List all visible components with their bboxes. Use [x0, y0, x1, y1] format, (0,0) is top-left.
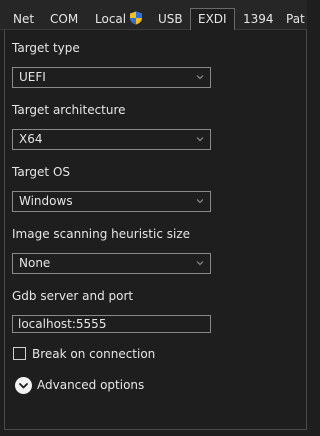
chevron-down-icon [196, 261, 204, 266]
gdb-server-field[interactable] [12, 315, 211, 333]
chevron-down-icon [196, 75, 204, 80]
chevron-down-icon [19, 383, 28, 389]
target-os-label: Target OS [12, 165, 71, 179]
target-type-label: Target type [12, 41, 80, 55]
chevron-down-icon [196, 199, 204, 204]
target-architecture-label: Target architecture [12, 103, 126, 117]
uac-shield-icon [130, 11, 143, 25]
tab-exdi[interactable]: EXDI [190, 8, 235, 31]
chevron-down-circle-icon[interactable] [15, 377, 32, 394]
tab-net[interactable]: Net [13, 8, 34, 30]
target-architecture-select[interactable]: X64 [12, 129, 211, 150]
tab-local-label: Local [95, 12, 127, 26]
gdb-server-input[interactable] [13, 316, 210, 332]
tab-1394[interactable]: 1394 [243, 8, 274, 30]
tab-com[interactable]: COM [50, 8, 78, 30]
target-os-value: Windows [19, 194, 73, 208]
advanced-options-toggle[interactable]: Advanced options [37, 378, 144, 392]
chevron-down-icon [196, 137, 204, 142]
tab-usb[interactable]: USB [158, 8, 183, 30]
connection-tabs: Net COM Local USB EXDI 1394 Pat [0, 0, 307, 31]
break-on-connection-label[interactable]: Break on connection [32, 347, 155, 361]
tab-local[interactable]: Local [95, 8, 143, 30]
break-on-connection-checkbox[interactable] [13, 347, 26, 360]
target-architecture-value: X64 [19, 132, 43, 146]
image-scanning-value: None [19, 256, 51, 270]
target-os-select[interactable]: Windows [12, 191, 211, 212]
image-scanning-select[interactable]: None [12, 253, 211, 274]
gdb-server-label: Gdb server and port [12, 289, 134, 303]
target-type-select[interactable]: UEFI [12, 67, 211, 88]
image-scanning-label: Image scanning heuristic size [12, 227, 191, 241]
tab-pat[interactable]: Pat [286, 8, 305, 30]
target-type-value: UEFI [19, 70, 46, 84]
